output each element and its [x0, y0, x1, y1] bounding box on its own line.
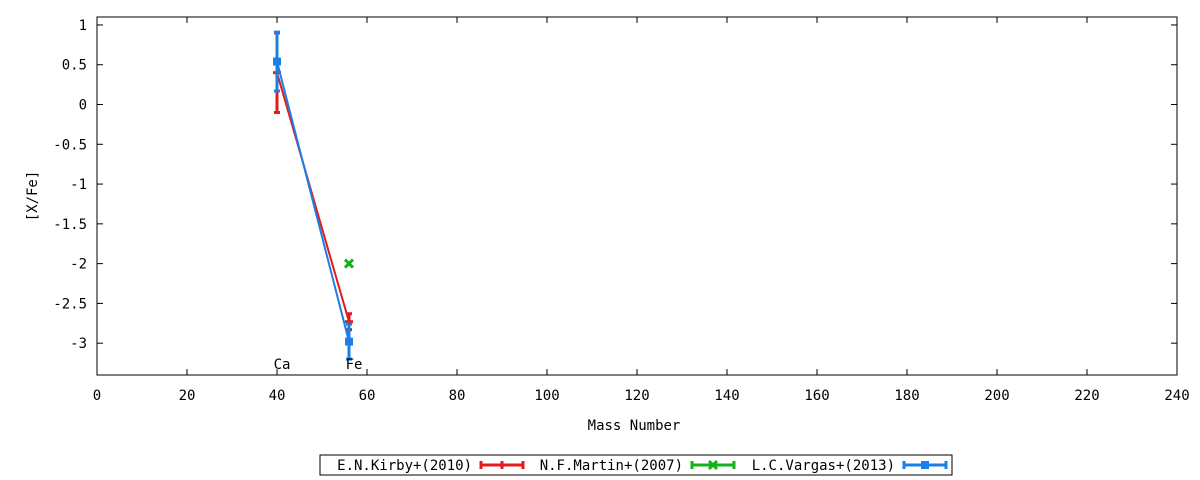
point-marker — [345, 337, 353, 346]
x-tick-label: 160 — [804, 388, 829, 404]
x-tick-label: 220 — [1074, 388, 1099, 404]
series-line — [276, 61, 350, 342]
x-tick-label: 60 — [359, 388, 376, 404]
legend-label: N.F.Martin+(2007) — [540, 458, 683, 474]
y-tick-label: -0.5 — [53, 137, 87, 153]
element-label: Ca — [274, 357, 291, 373]
y-tick-label: -2 — [70, 257, 87, 273]
x-tick-label: 100 — [534, 388, 559, 404]
x-tick-label: 80 — [449, 388, 466, 404]
point-marker — [921, 461, 929, 469]
legend-label: E.N.Kirby+(2010) — [337, 458, 472, 474]
axis-ticks: 0 20 40 60 80 100 120 140 160 180 200 220 240 1 0.5 0 -0… — [53, 17, 1190, 404]
y-tick-label: -2.5 — [53, 296, 87, 312]
series-layer — [273, 30, 355, 361]
y-tick-label: -1.5 — [53, 217, 87, 233]
element-labels: Ca Fe — [274, 357, 363, 373]
series-line — [276, 72, 350, 322]
series-1 — [343, 258, 355, 269]
x-tick-label: 120 — [624, 388, 649, 404]
x-tick-label: 240 — [1164, 388, 1189, 404]
x-tick-label: 40 — [269, 388, 286, 404]
x-tick-label: 20 — [179, 388, 196, 404]
x-tick-label: 180 — [894, 388, 919, 404]
chart: 0 20 40 60 80 100 120 140 160 180 200 220 240 1 0.5 0 -0… — [25, 16, 1190, 476]
legend-label: L.C.Vargas+(2013) — [752, 458, 895, 474]
x-tick-label: 140 — [714, 388, 739, 404]
legend: E.N.Kirby+(2010) N.F.Martin+(2007) L.C.Var… — [319, 454, 953, 476]
y-tick-label: -1 — [70, 177, 87, 193]
y-tick-label: 0.5 — [62, 58, 87, 74]
point-marker — [273, 57, 281, 66]
y-tick-label: -3 — [70, 336, 87, 352]
element-label: Fe — [346, 357, 363, 373]
y-tick-label: 1 — [79, 18, 87, 34]
x-tick-label: 200 — [984, 388, 1009, 404]
x-axis-label: Mass Number — [588, 418, 681, 434]
y-axis-label: [X/Fe] — [25, 171, 41, 222]
plot-frame — [96, 16, 1178, 376]
y-tick-label: 0 — [79, 98, 87, 114]
x-tick-label: 0 — [93, 388, 101, 404]
series-0 — [273, 31, 353, 332]
